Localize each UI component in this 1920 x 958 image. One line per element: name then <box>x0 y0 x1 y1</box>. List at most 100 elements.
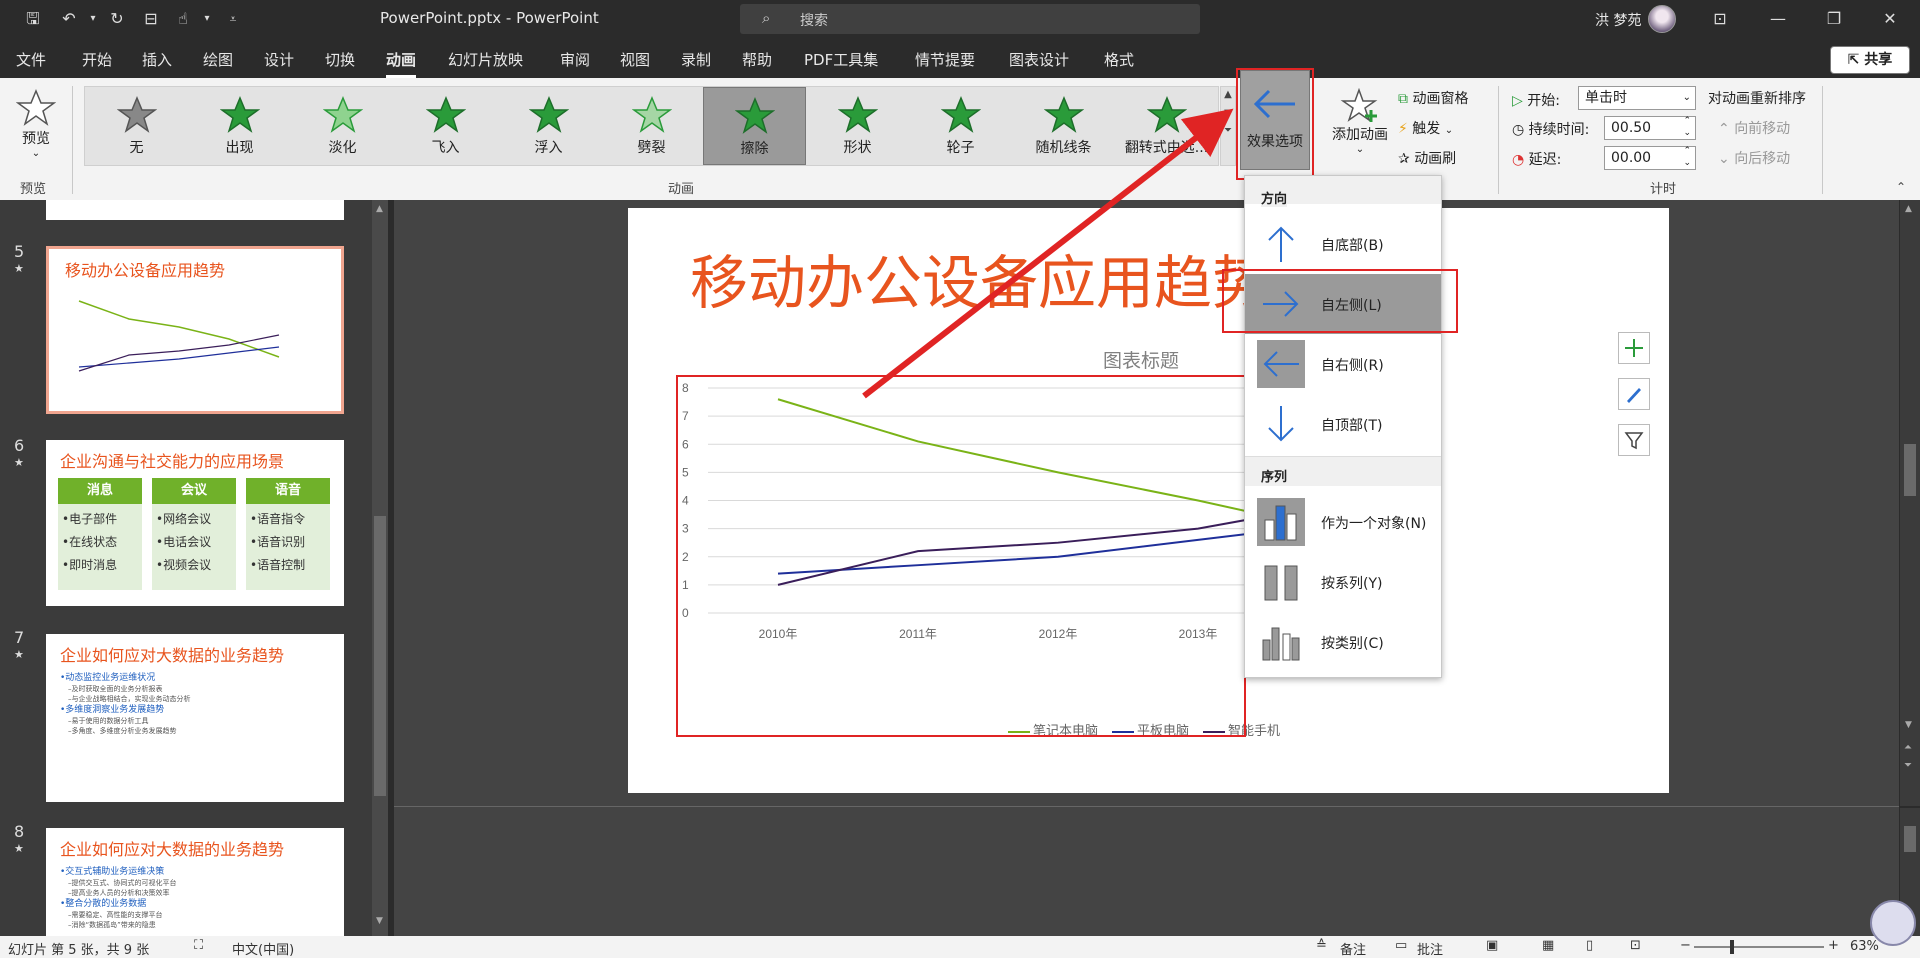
redo-icon[interactable]: ↻ <box>106 8 128 30</box>
tab-format[interactable]: 格式 <box>1104 49 1134 70</box>
tab-help[interactable]: 帮助 <box>742 49 772 70</box>
animation-random-bars[interactable]: 随机线条 <box>1012 87 1115 165</box>
add-animation-button[interactable]: 添加动画 ⌄ <box>1325 88 1395 168</box>
menu-item-by-category[interactable]: 按类别(C) <box>1245 612 1441 672</box>
notes-divider[interactable] <box>394 806 1899 807</box>
touch-mode-icon[interactable]: ☝ <box>172 8 194 30</box>
animation-float-in[interactable]: 浮入 <box>497 87 600 165</box>
chart-title[interactable]: 图表标题 <box>1103 346 1179 373</box>
tab-chart-design[interactable]: 图表设计 <box>1009 49 1069 70</box>
zoom-slider[interactable] <box>1694 946 1824 948</box>
user-name[interactable]: 洪 梦苑 <box>1595 10 1641 30</box>
animation-none[interactable]: 无 <box>85 87 188 165</box>
next-slide-icon[interactable]: ⏷ <box>1904 760 1912 771</box>
avatar[interactable] <box>1648 5 1676 33</box>
tab-home[interactable]: 开始 <box>82 49 112 70</box>
save-icon[interactable]: 🖫 <box>22 8 44 30</box>
tab-pdf-tools[interactable]: PDF工具集 <box>804 49 878 70</box>
duration-input[interactable]: 00.50 ⌃ ⌄ <box>1604 116 1696 140</box>
gallery-scroll[interactable]: ▲ ▼ ⏷ <box>1220 86 1236 166</box>
reading-view-icon[interactable]: ▯ <box>1586 938 1593 953</box>
tab-draw[interactable]: 绘图 <box>203 49 233 70</box>
tab-review[interactable]: 审阅 <box>560 49 590 70</box>
slide-counter[interactable]: 幻灯片 第 5 张，共 9 张 <box>8 939 149 958</box>
tab-design[interactable]: 设计 <box>264 49 294 70</box>
menu-item-from-right[interactable]: 自右侧(R) <box>1245 334 1441 394</box>
duration-spinner-icon[interactable]: ⌃ ⌄ <box>1683 115 1691 139</box>
move-earlier-button[interactable]: ⌃ 向前移动 <box>1718 118 1790 138</box>
prev-slide-icon[interactable]: ⏶ <box>1904 742 1912 753</box>
accessibility-icon[interactable]: ⛶ <box>194 938 203 953</box>
panel-scroll-thumb[interactable] <box>374 516 386 796</box>
animation-pane-button[interactable]: ⧉ 动画窗格 <box>1398 88 1468 108</box>
menu-item-from-bottom[interactable]: 自底部(B) <box>1245 214 1441 274</box>
animation-split[interactable]: 劈裂 <box>600 87 703 165</box>
present-icon[interactable]: ⊟ <box>140 8 162 30</box>
tab-file[interactable]: 文件 <box>16 49 46 70</box>
gallery-more-icon[interactable]: ⏷ <box>1221 125 1235 136</box>
menu-item-as-one-object[interactable]: 作为一个对象(N) <box>1245 492 1441 552</box>
thumbnail-slide-8[interactable]: 企业如何应对大数据的业务趋势 •交互式辅助业务运维决策 –提供交互式、协同式的可视… <box>46 828 344 936</box>
zoom-out-icon[interactable]: − <box>1680 938 1691 953</box>
thumbnail-partial[interactable] <box>46 200 344 220</box>
comments-button[interactable]: 批注 <box>1417 939 1443 958</box>
language-indicator[interactable]: 中文(中国) <box>232 939 294 958</box>
animation-painter-button[interactable]: ✰ 动画刷 <box>1398 148 1456 168</box>
tab-slideshow[interactable]: 幻灯片放映 <box>448 49 523 70</box>
editor-scrollbar[interactable] <box>1900 200 1920 806</box>
share-button[interactable]: ⇱ 共享 <box>1830 46 1910 74</box>
normal-view-icon[interactable]: ▣ <box>1486 938 1498 953</box>
tab-transitions[interactable]: 切换 <box>325 49 355 70</box>
editor-scroll-down-icon[interactable]: ▼ <box>1905 720 1912 730</box>
editor-scroll-up-icon[interactable]: ▲ <box>1905 204 1912 214</box>
menu-item-by-series[interactable]: 按系列(Y) <box>1245 552 1441 612</box>
animation-shape[interactable]: 形状 <box>806 87 909 165</box>
undo-icon[interactable]: ↶ <box>58 8 80 30</box>
tab-record[interactable]: 录制 <box>681 49 711 70</box>
menu-item-from-top[interactable]: 自顶部(T) <box>1245 394 1441 454</box>
tab-insert[interactable]: 插入 <box>142 49 172 70</box>
touch-dropdown-icon[interactable]: ▾ <box>196 8 218 30</box>
zoom-level[interactable]: 63% <box>1850 939 1879 954</box>
zoom-slider-thumb[interactable] <box>1730 940 1734 954</box>
panel-scroll-down-icon[interactable]: ▼ <box>376 916 383 926</box>
tab-view[interactable]: 视图 <box>620 49 650 70</box>
chart-filters-button[interactable] <box>1618 424 1650 456</box>
start-dropdown-icon[interactable]: ⌄ <box>1683 87 1691 109</box>
thumbnail-slide-6[interactable]: 企业沟通与社交能力的应用场景 消息 •电子部件 •在线状态 •即时消息 会议 •网络会议 •… <box>46 440 344 606</box>
editor-scroll-thumb[interactable] <box>1904 444 1916 496</box>
move-later-button[interactable]: ⌄ 向后移动 <box>1718 148 1790 168</box>
gallery-down-icon[interactable]: ▼ <box>1221 108 1235 119</box>
notes-scroll-thumb[interactable] <box>1904 826 1916 852</box>
restore-icon[interactable]: ❐ <box>1814 6 1854 32</box>
minimize-icon[interactable]: — <box>1758 6 1798 32</box>
undo-dropdown-icon[interactable]: ▾ <box>82 8 104 30</box>
chart-styles-button[interactable] <box>1618 378 1650 410</box>
customize-toolbar-icon[interactable]: ⩡ <box>222 8 244 30</box>
animation-wipe[interactable]: 擦除 <box>703 87 806 165</box>
thumbnail-slide-7[interactable]: 企业如何应对大数据的业务趋势 •动态监控业务运维状况 –及时获取全面的业务分析报表… <box>46 634 344 802</box>
trigger-button[interactable]: ⚡ 触发 ⌄ <box>1398 118 1453 138</box>
close-icon[interactable]: ✕ <box>1870 6 1910 32</box>
slideshow-view-icon[interactable]: ⊡ <box>1630 938 1641 953</box>
animation-fade[interactable]: 淡化 <box>291 87 394 165</box>
search-box[interactable]: ⌕ 搜索 <box>740 4 1200 34</box>
slide-sorter-icon[interactable]: ▦ <box>1542 938 1554 953</box>
start-select[interactable]: 单击时 ⌄ <box>1578 86 1696 110</box>
ribbon-display-icon[interactable]: ⊡ <box>1700 6 1740 32</box>
slide-title[interactable]: 移动办公设备应用趋势 <box>690 236 1270 320</box>
animation-fly-in[interactable]: 飞入 <box>394 87 497 165</box>
preview-button[interactable]: 预览 ⌄ <box>10 88 62 168</box>
animation-grow-turn[interactable]: 翻转式由远... <box>1115 87 1218 165</box>
chart-elements-button[interactable] <box>1618 332 1650 364</box>
panel-scroll-up-icon[interactable]: ▲ <box>376 204 383 214</box>
zoom-in-icon[interactable]: + <box>1828 938 1839 953</box>
delay-input[interactable]: 00.00 ⌃ ⌄ <box>1604 146 1696 170</box>
notes-button[interactable]: 备注 <box>1340 939 1366 958</box>
tab-storyboard[interactable]: 情节提要 <box>915 49 975 70</box>
animation-appear[interactable]: 出现 <box>188 87 291 165</box>
collapse-ribbon-icon[interactable]: ⌃ <box>1896 180 1906 194</box>
tab-animations[interactable]: 动画 <box>386 49 417 78</box>
thumbnail-slide-5[interactable]: 移动办公设备应用趋势 <box>46 246 344 414</box>
delay-spinner-icon[interactable]: ⌃ ⌄ <box>1683 145 1691 169</box>
